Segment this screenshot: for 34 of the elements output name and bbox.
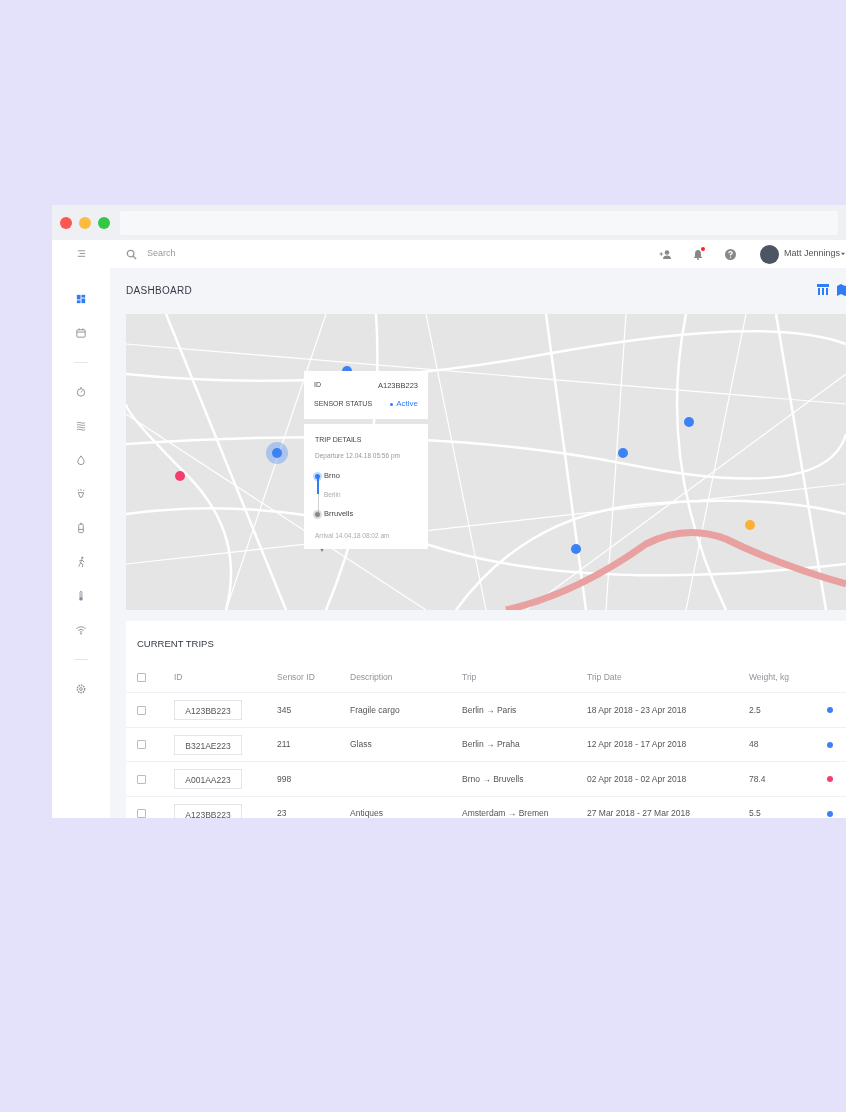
status-value: Active: [396, 398, 418, 411]
column-header: Description: [350, 670, 394, 684]
id-tag: A001AA223: [174, 769, 242, 789]
table-cell-text: 345: [277, 703, 293, 717]
user-name[interactable]: Matt Jennings: [783, 247, 840, 261]
column-header: Trip Date: [587, 670, 623, 684]
table-cell-text: Antiques: [350, 807, 385, 818]
table-cell-text: 211: [277, 738, 292, 751]
column-header: Weight, kg: [749, 670, 790, 684]
table-cell-text: 998: [277, 772, 293, 786]
table-cell-text: 2.5: [749, 703, 762, 717]
id-tag: B321AE223: [174, 734, 242, 755]
table-cell-text: 12 Apr 2018 - 17 Apr 2018: [587, 738, 688, 751]
section-title: CURRENT TRIPS: [137, 637, 214, 651]
table-cell-text: Fragile cargo: [350, 703, 401, 717]
table-cell-text: 27 Mar 2018 - 27 Mar 2018: [587, 807, 691, 818]
id-tag: A123BB223: [174, 700, 242, 720]
page-title: DASHBOARD: [126, 283, 193, 298]
table-cell-text: Glass: [350, 738, 373, 751]
table-cell-text: 78.4: [749, 772, 767, 786]
column-header: Trip: [462, 670, 478, 684]
table-cell-text: 18 Apr 2018 - 23 Apr 2018: [587, 703, 688, 717]
column-header: ID: [174, 670, 184, 684]
table-cell-text: Amsterdam → Bremen: [462, 807, 550, 818]
id-tag: A123BB223: [174, 803, 242, 818]
table-cell-text: 02 Apr 2018 - 02 Apr 2018: [587, 772, 688, 786]
table-cell-text: 23: [277, 807, 288, 818]
table-cell-text: Berlin → Praha: [462, 738, 521, 751]
table-cell-text: Brno → Bruvells: [462, 772, 525, 786]
table-cell-text: 48: [749, 738, 760, 751]
table-cell-text: Berlin → Paris: [462, 703, 518, 717]
table-cell-text: 5.5: [749, 807, 762, 818]
column-header: Sensor ID: [277, 670, 316, 684]
search-field[interactable]: Search: [147, 247, 447, 261]
